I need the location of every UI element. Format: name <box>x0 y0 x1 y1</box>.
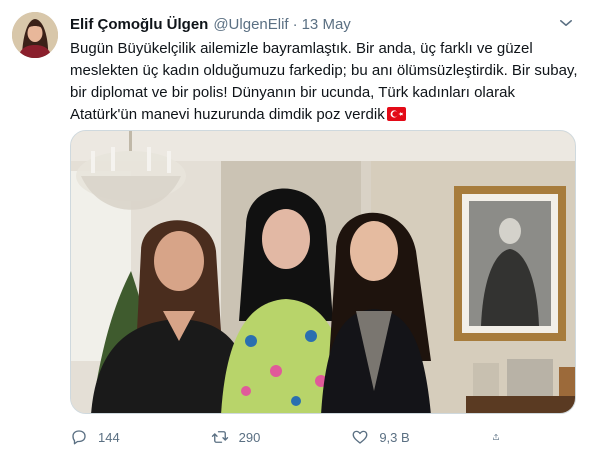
tweet[interactable]: Elif Çomoğlu Ülgen @UlgenElif · 13 May B… <box>0 0 590 456</box>
tweet-text-line: meslekten üç kadın olduğumuzu farkedip; … <box>70 62 578 79</box>
like-button[interactable]: 9,3 B <box>351 428 461 446</box>
tweet-text: Bugün Büyükelçilik ailemizle bayramlaştı… <box>70 38 580 126</box>
share-icon <box>493 434 499 440</box>
portrait-frame <box>454 186 566 341</box>
share-button[interactable] <box>492 428 510 446</box>
retweet-count: 290 <box>238 429 261 445</box>
tweet-text-line: Bugün Büyükelçilik ailemizle bayramlaştı… <box>70 40 533 57</box>
reply-count: 144 <box>98 429 120 445</box>
like-count: 9,3 B <box>379 429 410 445</box>
more-icon <box>560 20 572 26</box>
avatar-image <box>12 12 58 58</box>
more-button[interactable] <box>556 14 576 32</box>
retweet-button[interactable]: 290 <box>211 428 321 446</box>
author-name[interactable]: Elif Çomoğlu Ülgen <box>70 16 208 33</box>
like-icon <box>352 430 368 444</box>
author-handle[interactable]: @UlgenElif <box>213 16 288 33</box>
tweet-photo[interactable] <box>70 130 576 414</box>
tweet-text-line: bir diplomat ve bir polis! Dünyanın bir … <box>70 84 515 101</box>
tweet-header: Elif Çomoğlu Ülgen @UlgenElif · 13 May <box>70 13 351 35</box>
tweet-date[interactable]: 13 May <box>302 16 351 33</box>
tweet-text-line-last: Atatürk'ün manevi huzurunda dimdik poz v… <box>70 104 580 126</box>
separator-dot: · <box>292 15 298 33</box>
retweet-icon <box>211 431 228 443</box>
reply-button[interactable]: 144 <box>70 428 180 446</box>
reply-icon <box>72 430 86 445</box>
avatar[interactable] <box>12 12 58 58</box>
turkey-flag-icon <box>386 107 406 121</box>
photo-image <box>71 131 575 413</box>
tweet-actions: 144 290 9,3 B <box>70 426 510 448</box>
tweet-text-line: Atatürk'ün manevi huzurunda dimdik poz v… <box>70 106 385 123</box>
